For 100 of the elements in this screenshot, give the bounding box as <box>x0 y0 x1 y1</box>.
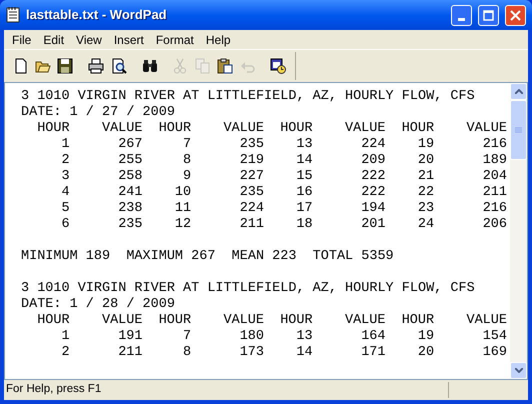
column-header: HOUR <box>402 121 434 137</box>
table-cell: 255 <box>118 153 142 169</box>
table-cell: 209 <box>361 153 386 169</box>
scroll-thumb[interactable] <box>510 100 527 160</box>
notepad-icon <box>6 7 20 23</box>
printer-icon <box>88 58 104 74</box>
table-cell: 222 <box>361 185 386 201</box>
table-cell: 204 <box>482 169 507 185</box>
table-cell: 267 <box>118 137 142 153</box>
magnifier-page-icon <box>110 58 127 74</box>
column-header: VALUE <box>344 313 386 329</box>
scroll-up-button[interactable] <box>510 83 527 100</box>
table-cell: 219 <box>240 153 264 169</box>
table-cell: 241 <box>118 185 142 201</box>
table-cell: 16 <box>296 185 313 201</box>
table-cell: 235 <box>118 217 142 233</box>
table-cell: 194 <box>361 201 386 217</box>
column-header: VALUE <box>466 313 507 329</box>
table-cell: 201 <box>361 217 386 233</box>
table-cell: 224 <box>240 201 264 217</box>
table-cell: 7 <box>182 137 192 153</box>
column-header: VALUE <box>102 121 142 137</box>
menu-item[interactable]: Format <box>150 30 200 48</box>
table-cell: 235 <box>240 185 264 201</box>
station-heading: 3 1010 VIRGIN RIVER AT LITTLEFIELD, AZ, HOURLY FLOW, CFS <box>21 281 475 296</box>
maximize-icon <box>483 10 494 20</box>
column-header: HOUR <box>158 121 192 137</box>
table-cell: 258 <box>118 169 142 185</box>
menu-item[interactable]: Edit <box>37 30 70 48</box>
binoculars-icon <box>142 58 158 74</box>
table-cell: 227 <box>240 169 264 185</box>
table-cell: 23 <box>418 201 434 217</box>
table-cell: 11 <box>174 201 192 217</box>
table-cell: 164 <box>361 329 386 345</box>
table-cell: 5 <box>61 201 70 217</box>
table-cell: 21 <box>418 169 434 185</box>
minimize-icon <box>458 18 465 20</box>
table-cell: 169 <box>482 345 507 361</box>
menu-item[interactable]: Help <box>200 30 237 48</box>
table-cell: 189 <box>482 153 507 169</box>
table-cell: 19 <box>418 329 434 345</box>
minimize-button[interactable] <box>451 4 472 26</box>
chevron-down-icon <box>514 368 522 373</box>
table-cell: 8 <box>182 153 192 169</box>
table-cell: 17 <box>296 201 313 217</box>
table-cell: 171 <box>361 345 386 361</box>
menu-item[interactable]: Insert <box>108 30 150 48</box>
table-cell: 211 <box>482 185 507 201</box>
scroll-down-button[interactable] <box>510 362 527 379</box>
table-cell: 191 <box>118 329 142 345</box>
table-cell: 10 <box>174 185 192 201</box>
column-header: HOUR <box>37 121 70 137</box>
status-text: For Help, press F1 <box>5 382 102 398</box>
table-cell: 1 <box>61 137 70 153</box>
chevron-up-icon <box>514 89 522 94</box>
table-cell: 238 <box>118 201 142 217</box>
table-cell: 22 <box>418 185 434 201</box>
table-cell: 180 <box>240 329 264 345</box>
table-cell: 211 <box>240 217 264 233</box>
scrollbar[interactable] <box>510 83 527 379</box>
table-cell: 154 <box>482 329 507 345</box>
table-cell: 20 <box>418 345 434 361</box>
table-cell: 13 <box>296 329 313 345</box>
table-cell: 2 <box>61 153 70 169</box>
table-cell: 14 <box>296 153 313 169</box>
window-title: lasttable.txt - WordPad <box>26 6 168 24</box>
menu-item[interactable]: View <box>70 30 108 48</box>
table-cell: 19 <box>418 137 434 153</box>
column-header: VALUE <box>344 121 386 137</box>
column-header: HOUR <box>37 313 70 329</box>
table-cell: 224 <box>361 137 386 153</box>
table-cell: 222 <box>361 169 386 185</box>
date-line: DATE: 1 / 27 / 2009 <box>21 105 175 120</box>
calendar-clock-icon <box>270 58 286 74</box>
scissors-icon <box>172 58 188 74</box>
new-document-icon <box>12 58 29 74</box>
table-cell: 13 <box>296 137 313 153</box>
date-line: DATE: 1 / 28 / 2009 <box>21 297 175 312</box>
table-cell: 14 <box>296 345 313 361</box>
table-cell: 4 <box>61 185 70 201</box>
column-header: HOUR <box>280 121 313 137</box>
menu-item[interactable]: File <box>6 30 38 48</box>
close-button[interactable] <box>505 4 526 26</box>
summary-line: MINIMUM 189 MAXIMUM 267 MEAN 223 TOTAL 5359 <box>21 249 394 264</box>
table-cell: 24 <box>418 217 434 233</box>
station-heading: 3 1010 VIRGIN RIVER AT LITTLEFIELD, AZ, HOURLY FLOW, CFS <box>21 89 475 104</box>
table-cell: 1 <box>61 329 70 345</box>
table-cell: 20 <box>418 153 434 169</box>
table-cell: 3 <box>61 169 70 185</box>
table-cell: 18 <box>296 217 313 233</box>
grip-icon <box>515 126 522 134</box>
copy-icon <box>194 58 211 74</box>
column-header: VALUE <box>223 121 264 137</box>
close-icon <box>510 10 521 20</box>
column-header: VALUE <box>466 121 507 137</box>
maximize-button[interactable] <box>478 4 499 26</box>
column-header: HOUR <box>158 313 192 329</box>
table-cell: 2 <box>61 345 70 361</box>
column-header: VALUE <box>102 313 142 329</box>
table-cell: 7 <box>182 329 192 345</box>
